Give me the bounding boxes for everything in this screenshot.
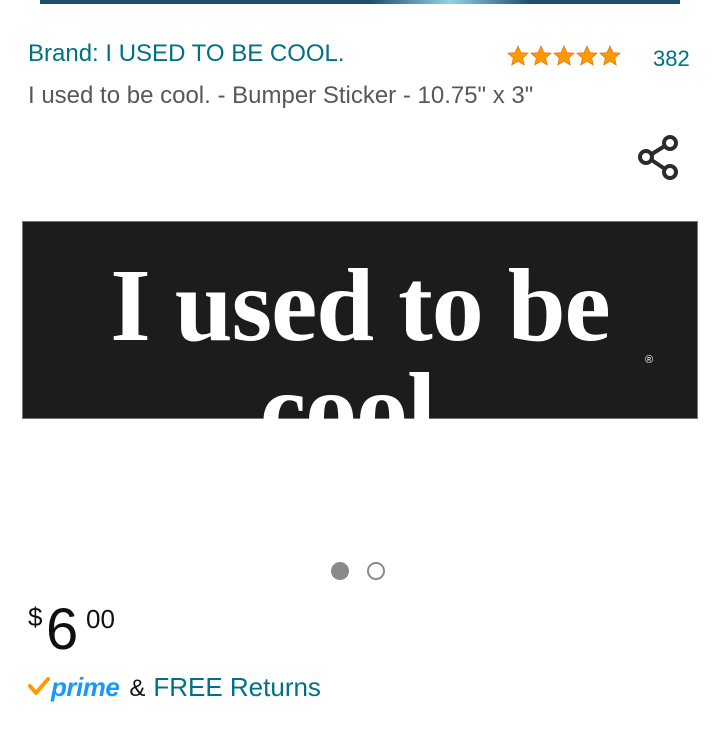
star-icon <box>576 45 598 66</box>
price-symbol: $ <box>28 602 43 632</box>
star-icon <box>599 45 621 66</box>
carousel-dot-1[interactable] <box>331 562 349 580</box>
image-carousel-dots <box>331 562 385 580</box>
price-whole: 6 <box>46 597 79 662</box>
prime-logo: prime <box>28 672 120 703</box>
star-rating[interactable] <box>506 44 621 68</box>
product-title: I used to be cool. - Bumper Sticker - 10… <box>28 82 534 109</box>
star-icon <box>507 45 529 66</box>
registered-mark: ® <box>645 354 654 366</box>
product-image[interactable]: I used to be cool. ® <box>22 221 698 462</box>
stars-group <box>506 44 621 68</box>
prime-label: prime <box>51 672 120 702</box>
carousel-dot-2[interactable] <box>367 562 385 580</box>
product-image-text: I used to be cool. <box>110 248 610 467</box>
share-icon[interactable] <box>636 134 682 182</box>
ampersand: & <box>129 675 146 702</box>
star-icon <box>553 45 575 66</box>
star-icon <box>530 45 552 66</box>
review-count[interactable]: 382 <box>653 46 690 72</box>
top-progress-bar-highlight <box>370 0 530 4</box>
delivery-info: prime & FREE Returns <box>28 672 321 703</box>
check-icon <box>28 677 50 695</box>
top-progress-bar <box>40 0 680 4</box>
brand-link[interactable]: Brand: I USED TO BE COOL. <box>28 40 345 68</box>
price-fraction: 00 <box>86 604 115 634</box>
free-returns-link[interactable]: FREE Returns <box>153 672 321 703</box>
